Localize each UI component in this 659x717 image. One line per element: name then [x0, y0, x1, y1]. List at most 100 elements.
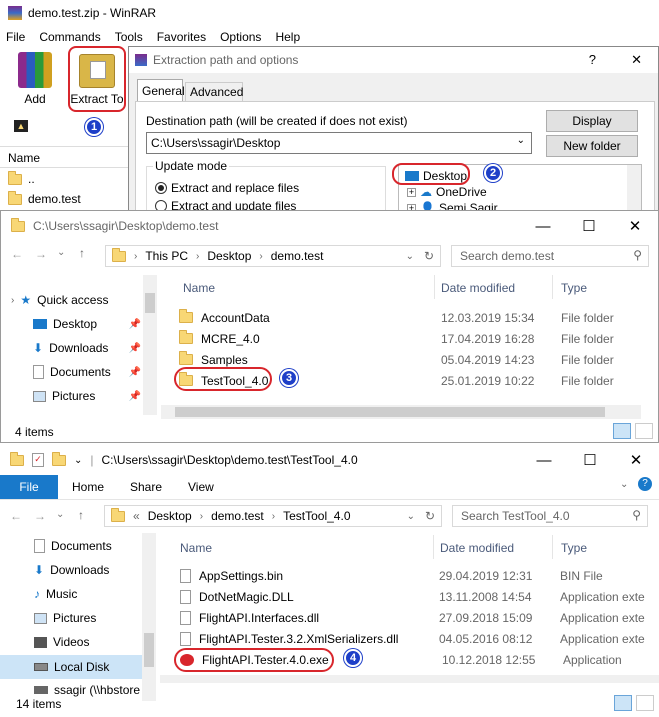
back-button[interactable]: ←	[10, 509, 22, 523]
column-header-name[interactable]: Name	[183, 281, 215, 295]
breadcrumb-demo-test[interactable]: demo.test	[271, 249, 324, 263]
close-button[interactable]: ✕	[613, 445, 659, 475]
ribbon-tab-home[interactable]: Home	[72, 480, 104, 494]
dialog-close-button[interactable]: ✕	[631, 52, 642, 68]
chevron-right-icon: ›	[196, 250, 200, 262]
tree-scrollbar[interactable]	[627, 165, 641, 215]
nav-downloads[interactable]: ⬇ Downloads	[34, 563, 109, 577]
recent-dropdown[interactable]: ⌄	[56, 509, 64, 520]
winrar-titlebar[interactable]: demo.test.zip - WinRAR	[0, 0, 659, 26]
minimize-button[interactable]: —	[521, 445, 567, 475]
details-view-icon[interactable]	[614, 695, 632, 711]
nav-local-disk[interactable]: Local Disk	[0, 655, 142, 679]
menu-tools[interactable]: Tools	[115, 30, 143, 44]
dest-path-input[interactable]: C:\Users\ssagir\Desktop ⌄	[146, 132, 532, 154]
up-folder-icon[interactable]: ▲	[14, 120, 28, 132]
maximize-button[interactable]: ☐	[566, 211, 612, 241]
new-folder-icon[interactable]	[52, 451, 66, 466]
radio-selected-icon	[155, 182, 167, 194]
horizontal-scrollbar[interactable]	[160, 675, 659, 683]
nav-scrollbar[interactable]	[142, 533, 156, 701]
winrar-list-header[interactable]: Name	[0, 146, 128, 168]
nav-network-drive[interactable]: ssagir (\\hbstore	[34, 683, 140, 697]
ribbon-tab-share[interactable]: Share	[130, 480, 162, 494]
nav-quick-access[interactable]: › ★ Quick access	[11, 293, 108, 307]
back-button[interactable]: ←	[11, 247, 23, 261]
forward-button[interactable]: →	[34, 509, 46, 523]
nav-scrollbar[interactable]	[143, 275, 157, 415]
file-row[interactable]: FlightAPI.Tester.3.2.XmlSerializers.dll 0…	[180, 628, 659, 649]
breadcrumb-desktop[interactable]: Desktop	[148, 509, 192, 523]
up-button[interactable]: ↑	[78, 508, 84, 522]
large-icons-view-icon[interactable]	[636, 695, 654, 711]
nav-documents[interactable]: Documents	[34, 539, 112, 553]
nav-desktop[interactable]: Desktop 📌	[33, 317, 141, 331]
nav-videos[interactable]: Videos	[34, 635, 89, 649]
breadcrumb-desktop[interactable]: Desktop	[207, 249, 251, 263]
nav-downloads[interactable]: ⬇ Downloads 📌	[33, 341, 141, 355]
display-button[interactable]: Display	[546, 110, 638, 132]
chevron-down-icon[interactable]: ⌄	[517, 135, 525, 146]
nav-documents[interactable]: Documents 📌	[33, 365, 141, 379]
column-header-name[interactable]: Name	[180, 541, 212, 555]
ribbon-tab-file[interactable]: File	[0, 475, 58, 499]
refresh-icon[interactable]: ↻	[424, 249, 434, 263]
dialog-help-button[interactable]: ?	[589, 52, 596, 67]
minimize-button[interactable]: —	[520, 211, 566, 241]
ribbon-tab-view[interactable]: View	[188, 480, 214, 494]
menu-favorites[interactable]: Favorites	[157, 30, 206, 44]
tab-general[interactable]: General	[137, 79, 185, 101]
details-view-icon[interactable]	[613, 423, 631, 439]
file-row[interactable]: AppSettings.bin 29.04.2019 12:31 BIN File	[180, 565, 659, 586]
column-header-type[interactable]: Type	[561, 281, 587, 295]
menu-file[interactable]: File	[6, 30, 25, 44]
new-folder-button[interactable]: New folder	[546, 135, 638, 157]
large-icons-view-icon[interactable]	[635, 423, 653, 439]
address-bar[interactable]: « Desktop › demo.test › TestTool_4.0 ⌄ ↻	[104, 505, 442, 527]
chevron-down-icon[interactable]: ⌄	[406, 251, 414, 262]
chevron-down-icon[interactable]: ⌄	[407, 511, 415, 522]
winrar-list-item[interactable]: demo.test	[8, 190, 81, 206]
file-row[interactable]: DotNetMagic.DLL 13.11.2008 14:54 Applicati…	[180, 586, 659, 607]
address-bar[interactable]: › This PC › Desktop › demo.test ⌄ ↻	[105, 245, 441, 267]
documents-icon	[34, 539, 45, 553]
nav-pictures[interactable]: Pictures 📌	[33, 389, 141, 403]
dialog-titlebar[interactable]: Extraction path and options	[129, 47, 658, 73]
desktop-icon	[33, 319, 47, 329]
search-icon: ⚲	[632, 508, 641, 522]
expand-ribbon-icon[interactable]: ⌄	[620, 479, 628, 490]
file-row[interactable]: MCRE_4.0 17.04.2019 16:28 File folder	[179, 328, 639, 349]
tab-advanced[interactable]: Advanced	[185, 82, 243, 101]
file-row[interactable]: FlightAPI.Interfaces.dll 27.09.2018 15:09…	[180, 607, 659, 628]
menu-commands[interactable]: Commands	[39, 30, 100, 44]
quick-access-dropdown-icon[interactable]: ⌄	[74, 455, 82, 466]
winrar-list-item[interactable]: ..	[8, 170, 35, 186]
search-box[interactable]: Search demo.test ⚲	[451, 245, 649, 267]
maximize-button[interactable]: ☐	[567, 445, 613, 475]
properties-icon[interactable]: ✓	[32, 453, 44, 467]
add-button[interactable]: Add	[12, 50, 58, 108]
column-header-type[interactable]: Type	[561, 541, 587, 555]
help-icon[interactable]: ?	[638, 477, 652, 491]
tree-item-onedrive[interactable]: + ☁ OneDrive	[407, 185, 487, 199]
column-header-date[interactable]: Date modified	[441, 281, 515, 295]
radio-extract-replace[interactable]: Extract and replace files	[155, 181, 299, 195]
up-button[interactable]: ↑	[79, 246, 85, 260]
file-row[interactable]: AccountData 12.03.2019 15:34 File folder	[179, 307, 639, 328]
breadcrumb-overflow[interactable]: «	[133, 509, 140, 523]
forward-button[interactable]: →	[35, 247, 47, 261]
nav-pictures[interactable]: Pictures	[34, 611, 96, 625]
menu-help[interactable]: Help	[275, 30, 300, 44]
breadcrumb-testtool[interactable]: TestTool_4.0	[283, 509, 350, 523]
nav-music[interactable]: ♪ Music	[34, 587, 77, 601]
search-box[interactable]: Search TestTool_4.0 ⚲	[452, 505, 648, 527]
column-header-date[interactable]: Date modified	[440, 541, 514, 555]
close-button[interactable]: ✕	[612, 211, 658, 241]
breadcrumb-demo-test[interactable]: demo.test	[211, 509, 264, 523]
breadcrumb-this-pc[interactable]: This PC	[145, 249, 188, 263]
expand-icon[interactable]: +	[407, 187, 416, 197]
horizontal-scrollbar[interactable]	[161, 405, 641, 419]
menu-options[interactable]: Options	[220, 30, 261, 44]
recent-dropdown[interactable]: ⌄	[57, 247, 65, 258]
refresh-icon[interactable]: ↻	[425, 509, 435, 523]
